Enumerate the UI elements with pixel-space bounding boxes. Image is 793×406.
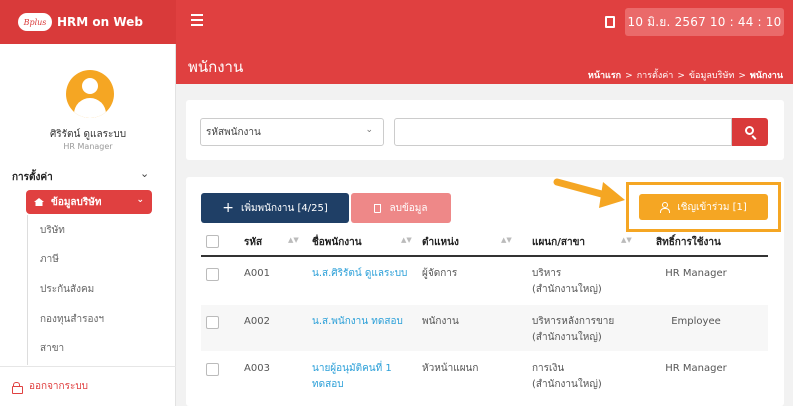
row-checkbox[interactable] (206, 268, 219, 281)
hamburger-icon[interactable] (191, 14, 203, 28)
trash-icon (374, 203, 382, 213)
employee-department: บริหารหลังการขาย (สำนักงานใหญ่) (532, 316, 615, 343)
sort-icon[interactable]: ▲▼ (501, 236, 512, 244)
logout-label: ออกจากระบบ (29, 381, 89, 392)
sidebar-item-company[interactable]: บริษัท (40, 223, 65, 238)
delete-button[interactable]: ลบข้อมูล (351, 193, 451, 223)
employee-table-card: + เพิ่มพนักงาน [4/25] ลบข้อมูล เชิญเข้าร… (186, 177, 784, 406)
search-card: รหัสพนักงาน ⌄ (186, 100, 784, 160)
clock-display: 10 มิ.ย. 2567 10 : 44 : 10 (625, 8, 784, 36)
search-input[interactable] (394, 118, 732, 146)
sidebar-item-tax[interactable]: ภาษี (40, 252, 59, 267)
employee-position: พนักงาน (422, 316, 459, 327)
breadcrumb-home[interactable]: หน้าแรก (588, 71, 621, 81)
employee-department: การเงิน (สำนักงานใหญ่) (532, 363, 602, 390)
table-row[interactable]: A003 นายผู้อนุมัติคนที่ 1 ทดสอบ หัวหน้าแ… (201, 353, 768, 406)
search-field-select[interactable]: รหัสพนักงาน ⌄ (200, 118, 384, 146)
breadcrumb-settings[interactable]: การตั้งค่า (637, 71, 674, 81)
sort-icon[interactable]: ▲▼ (621, 236, 632, 244)
user-role: HR Manager (63, 142, 113, 151)
settings-section-title[interactable]: การตั้งค่า (12, 170, 53, 185)
table-row[interactable]: A002 น.ส.พนักงาน ทดสอบ พนักงาน บริหารหลั… (201, 305, 768, 351)
sort-icon[interactable]: ▲▼ (288, 236, 299, 244)
column-header-department[interactable]: แผนก/สาขา (532, 235, 585, 250)
table-row[interactable]: A001 น.ส.ศิริรัตน์ ดูแลระบบ ผู้จัดการ บร… (201, 259, 768, 303)
employee-code: A001 (244, 268, 270, 279)
chevron-down-icon: ⌄ (365, 125, 373, 135)
search-icon (745, 126, 754, 135)
chevron-down-icon: ⌄ (136, 195, 144, 205)
breadcrumb: หน้าแรก > การตั้งค่า > ข้อมูลบริษัท > พนักงาน (587, 71, 783, 81)
employee-name-link[interactable]: น.ส.ศิริรัตน์ ดูแลระบบ (312, 266, 407, 282)
invite-button[interactable]: เชิญเข้าร่วม [1] (639, 194, 768, 220)
table-header: รหัส ▲▼ ชื่อพนักงาน ▲▼ ตำแหน่ง ▲▼ แผนก/ส… (201, 227, 768, 257)
brand[interactable]: Bplus HRM on Web (0, 0, 176, 44)
row-checkbox[interactable] (206, 316, 219, 329)
employee-permission: Employee (671, 316, 721, 327)
employee-permission: HR Manager (665, 363, 727, 374)
employee-code: A002 (244, 316, 270, 327)
column-header-code[interactable]: รหัส (244, 235, 262, 250)
page-title: พนักงาน (188, 58, 244, 76)
invite-highlight-frame: เชิญเข้าร่วม [1] (626, 182, 781, 232)
employee-code: A003 (244, 363, 270, 374)
user-icon (660, 202, 671, 213)
bplus-logo: Bplus (18, 13, 52, 31)
row-checkbox[interactable] (206, 363, 219, 376)
sidebar-item-social-security[interactable]: ประกันสังคม (40, 282, 94, 297)
sidebar-item-label: ข้อมูลบริษัท (51, 196, 102, 208)
top-bar: Bplus HRM on Web 10 มิ.ย. 2567 10 : 44 :… (0, 0, 793, 44)
employee-name-link[interactable]: นายผู้อนุมัติคนที่ 1 ทดสอบ (312, 361, 392, 393)
breadcrumb-company-info[interactable]: ข้อมูลบริษัท (689, 71, 734, 81)
sidebar-item-provident-fund[interactable]: กองทุนสำรองฯ (40, 312, 104, 327)
sidebar-item-branch[interactable]: สาขา (40, 341, 64, 356)
employee-position: หัวหน้าแผนก (422, 363, 479, 374)
user-name: ศิริรัตน์ ดูแลระบบ (49, 129, 127, 140)
sidebar-item-company-info[interactable]: ข้อมูลบริษัท ⌄ (26, 190, 152, 214)
app-name: HRM on Web (57, 15, 143, 29)
column-header-position[interactable]: ตำแหน่ง (422, 235, 459, 250)
search-button[interactable] (732, 118, 768, 146)
sidebar: ศิริรัตน์ ดูแลระบบ HR Manager การตั้งค่า… (0, 44, 176, 406)
chevron-down-icon[interactable]: ⌄ (140, 167, 149, 180)
column-header-permission[interactable]: สิทธิ์การใช้งาน (656, 235, 721, 250)
plus-icon: + (222, 200, 234, 216)
home-icon (34, 198, 44, 206)
employee-name-link[interactable]: น.ส.พนักงาน ทดสอบ (312, 314, 403, 330)
breadcrumb-current: พนักงาน (749, 71, 783, 81)
annotation-arrow-icon (553, 178, 625, 208)
search-field-value: รหัสพนักงาน (206, 126, 261, 138)
select-all-checkbox[interactable] (206, 235, 219, 248)
save-icon[interactable] (605, 16, 615, 28)
lock-icon (12, 381, 23, 394)
sort-icon[interactable]: ▲▼ (401, 236, 412, 244)
column-header-name[interactable]: ชื่อพนักงาน (312, 235, 362, 250)
employee-department: บริหาร (สำนักงานใหญ่) (532, 268, 602, 295)
logout-link[interactable]: ออกจากระบบ (12, 379, 88, 394)
divider (0, 366, 176, 367)
employee-permission: HR Manager (665, 268, 727, 279)
avatar[interactable] (66, 70, 114, 118)
submenu-line (27, 215, 28, 365)
employee-position: ผู้จัดการ (422, 268, 458, 279)
add-employee-button[interactable]: + เพิ่มพนักงาน [4/25] (201, 193, 349, 223)
page-header: พนักงาน หน้าแรก > การตั้งค่า > ข้อมูลบริษัท >… (176, 44, 793, 84)
